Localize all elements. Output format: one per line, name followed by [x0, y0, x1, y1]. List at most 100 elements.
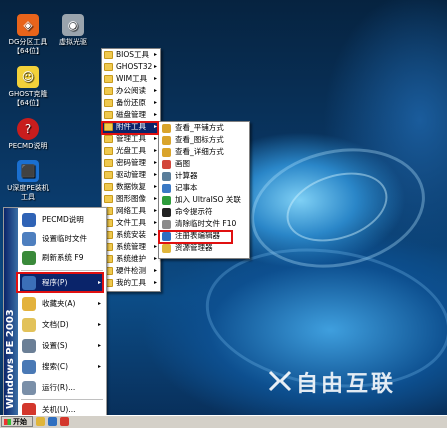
programs-item[interactable]: 数据恢复 ▸ [102, 181, 160, 193]
programs-item-label: 系统安装 [116, 230, 146, 239]
start-menu-item[interactable]: 设置(S) ▸ [20, 337, 104, 355]
programs-item-label: 密码管理 [116, 158, 146, 167]
folder-icon [104, 159, 113, 167]
programs-item-label: 系统管理 [116, 242, 146, 251]
start-menu-item-label: PECMD说明 [42, 215, 84, 224]
folder-icon [104, 195, 113, 203]
start-menu-item[interactable]: PECMD说明 [20, 211, 104, 229]
run-icon [22, 381, 36, 395]
programs-submenu: BIOS工具 ▸ GHOST32 ▸ WIM工具 ▸ 办公阅读 ▸ 备份还原 ▸ 磁盘管理 ▸ 附件工具… [101, 48, 161, 292]
accessories-item[interactable]: 查看_详细方式 [159, 146, 249, 158]
quicklaunch-browser-icon[interactable] [48, 417, 57, 426]
accessories-item[interactable]: 命令提示符 [159, 206, 249, 218]
programs-item[interactable]: 系统维护 ▸ [102, 253, 160, 265]
submenu-arrow-icon: ▸ [153, 75, 157, 82]
start-menu-item[interactable]: 搜索(C) ▸ [20, 358, 104, 376]
desktop-icon-installer[interactable]: ⬛ U深度PE装机 工具 [0, 160, 56, 202]
view-icon [162, 124, 171, 133]
submenu-arrow-icon: ▸ [97, 300, 101, 307]
start-menu-item-label: 设置(S) [42, 341, 68, 350]
programs-item[interactable]: 硬件检测 ▸ [102, 265, 160, 277]
desktop-icon-ghost[interactable]: ☺ GHOST克隆 【64位】 [0, 66, 56, 108]
submenu-arrow-icon: ▸ [153, 135, 157, 142]
settings-icon [22, 339, 36, 353]
submenu-arrow-icon: ▸ [153, 171, 157, 178]
accessories-item[interactable]: 记事本 [159, 182, 249, 194]
clean-icon [162, 220, 171, 229]
desktop-icon-virtual-drive[interactable]: ◉ 虚拟光驱 [45, 14, 101, 47]
programs-item[interactable]: 备份还原 ▸ [102, 97, 160, 109]
programs-item[interactable]: 系统安装 ▸ [102, 229, 160, 241]
programs-item[interactable]: 密码管理 ▸ [102, 157, 160, 169]
start-menu-item-label: 设置临时文件 [42, 234, 87, 243]
programs-item[interactable]: GHOST32 ▸ [102, 61, 160, 73]
accessories-item[interactable]: 加入 UltraISO 关联 [159, 194, 249, 206]
submenu-arrow-icon: ▸ [153, 231, 157, 238]
accessories-item-label: 画图 [175, 159, 190, 168]
start-menu-item[interactable]: 设置临时文件 [20, 230, 104, 248]
submenu-arrow-icon: ▸ [153, 87, 157, 94]
programs-item[interactable]: 图形图像 ▸ [102, 193, 160, 205]
submenu-arrow-icon: ▸ [153, 219, 157, 226]
programs-item[interactable]: 系统管理 ▸ [102, 241, 160, 253]
accessories-item-label: 计算器 [175, 171, 198, 180]
folder-icon [104, 63, 113, 71]
desktop-icon-pecmd-help[interactable]: ? PECMD说明 [0, 118, 56, 151]
programs-item-label: 硬件检测 [116, 266, 146, 275]
programs-item[interactable]: 我的工具 ▸ [102, 277, 160, 289]
start-menu-item[interactable]: 刷新系统 F9 [20, 249, 104, 267]
submenu-arrow-icon: ▸ [97, 342, 101, 349]
programs-item[interactable]: 驱动管理 ▸ [102, 169, 160, 181]
start-menu-separator [21, 399, 103, 400]
programs-item[interactable]: 磁盘管理 ▸ [102, 109, 160, 121]
settings-icon [22, 232, 36, 246]
cmd-icon [162, 208, 171, 217]
programs-item-label: GHOST32 [116, 62, 153, 71]
programs-item[interactable]: WIM工具 ▸ [102, 73, 160, 85]
explorer-icon [162, 244, 171, 253]
quicklaunch-explorer-icon[interactable] [36, 417, 45, 426]
accessories-item[interactable]: 查看_平铺方式 [159, 122, 249, 134]
start-menu-banner-title: Windows PE 2003 [5, 309, 16, 409]
accessories-item[interactable]: 资源管理器 [159, 242, 249, 254]
accessories-item[interactable]: 画图 [159, 158, 249, 170]
programs-item-label: 数据恢复 [116, 182, 146, 191]
programs-item-label: 图形图像 [116, 194, 146, 203]
start-button[interactable]: 开始 [1, 416, 33, 427]
virtual-drive-icon: ◉ [62, 14, 84, 36]
folder-icon [104, 111, 113, 119]
programs-item[interactable]: 光盘工具 ▸ [102, 145, 160, 157]
documents-icon [22, 318, 36, 332]
start-menu-banner: Windows PE 2003 [4, 208, 18, 415]
programs-item[interactable]: 办公阅读 ▸ [102, 85, 160, 97]
programs-item[interactable]: BIOS工具 ▸ [102, 49, 160, 61]
start-menu-item[interactable]: 程序(P) ▸ [20, 274, 104, 292]
submenu-arrow-icon: ▸ [153, 207, 157, 214]
regedit-icon [162, 232, 171, 241]
programs-item-label: 我的工具 [116, 278, 146, 287]
folder-icon [104, 75, 113, 83]
folder-icon [104, 87, 113, 95]
programs-item[interactable]: 管理工具 ▸ [102, 133, 160, 145]
accessories-item[interactable]: 清除临时文件 F10 [159, 218, 249, 230]
submenu-arrow-icon: ▸ [153, 279, 157, 286]
accessories-item-label: 加入 UltraISO 关联 [175, 195, 241, 204]
accessories-item[interactable]: 计算器 [159, 170, 249, 182]
submenu-arrow-icon: ▸ [153, 255, 157, 262]
calculator-icon [162, 172, 171, 181]
programs-item[interactable]: 网络工具 ▸ [102, 205, 160, 217]
desktop-icon-label: U深度PE装机 工具 [7, 184, 49, 201]
quicklaunch-tool-icon[interactable] [60, 417, 69, 426]
start-menu-item[interactable]: 文档(D) ▸ [20, 316, 104, 334]
programs-item[interactable]: 文件工具 ▸ [102, 217, 160, 229]
accessories-item[interactable]: 注册表编辑器 [159, 230, 249, 242]
accessories-item[interactable]: 查看_图标方式 [159, 134, 249, 146]
help-icon [22, 213, 36, 227]
programs-item[interactable]: 附件工具 ▸ [102, 121, 160, 133]
programs-item-label: 办公阅读 [116, 86, 146, 95]
start-menu-item[interactable]: 运行(R)... [20, 379, 104, 397]
start-menu-item[interactable]: 收藏夹(A) ▸ [20, 295, 104, 313]
refresh-icon [22, 251, 36, 265]
submenu-arrow-icon: ▸ [97, 279, 101, 286]
submenu-arrow-icon: ▸ [97, 321, 101, 328]
